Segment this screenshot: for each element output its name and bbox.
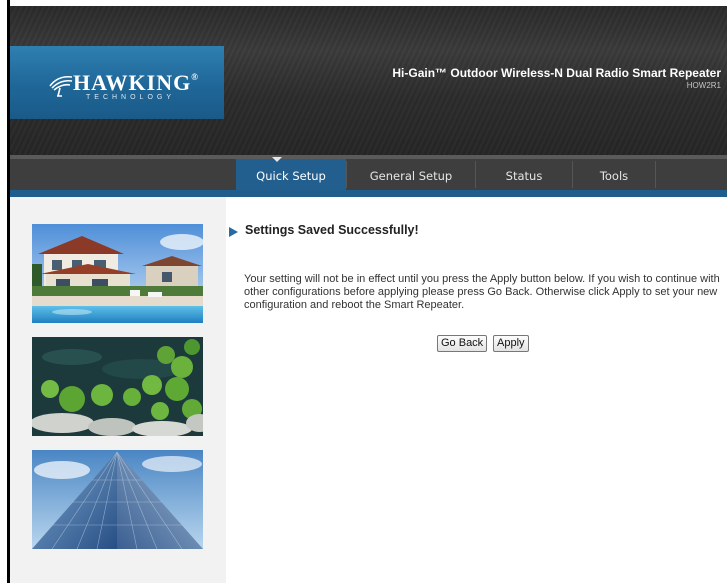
page-title: Settings Saved Successfully!: [245, 223, 419, 237]
tab-general-setup[interactable]: General Setup: [347, 159, 475, 190]
brand-name: HAWKING®: [73, 70, 199, 95]
glass-building-photo: [32, 450, 203, 549]
tab-tools[interactable]: Tools: [573, 159, 655, 190]
house-pool-photo: [32, 224, 203, 323]
status-message: Your setting will not be in effect until…: [244, 273, 720, 311]
registered-mark: ®: [191, 72, 199, 82]
hawk-logo-icon: [49, 75, 73, 97]
brand-tagline: TECHNOLOGY: [86, 94, 176, 101]
apply-button[interactable]: Apply: [493, 335, 529, 352]
page-header: HAWKING® TECHNOLOGY Hi-Gain™ Outdoor Wir…: [10, 6, 727, 156]
product-title: Hi-Gain™ Outdoor Wireless-N Dual Radio S…: [392, 66, 721, 80]
lily-pond-photo: [32, 337, 203, 436]
go-back-button[interactable]: Go Back: [437, 335, 488, 352]
brand-logo: HAWKING® TECHNOLOGY: [10, 46, 224, 119]
tab-status[interactable]: Status: [476, 159, 572, 190]
heading-arrow-icon: [229, 227, 238, 237]
tab-separator: [655, 161, 656, 188]
nav-accent-bar: [10, 190, 727, 197]
active-tab-indicator-icon: [272, 157, 282, 162]
sidebar: [10, 197, 227, 583]
main-nav: Quick Setup General Setup Status Tools: [10, 159, 727, 190]
product-model: HOW2R1: [686, 81, 721, 90]
main-content: Settings Saved Successfully! Your settin…: [226, 197, 727, 583]
tab-quick-setup[interactable]: Quick Setup: [236, 159, 346, 190]
